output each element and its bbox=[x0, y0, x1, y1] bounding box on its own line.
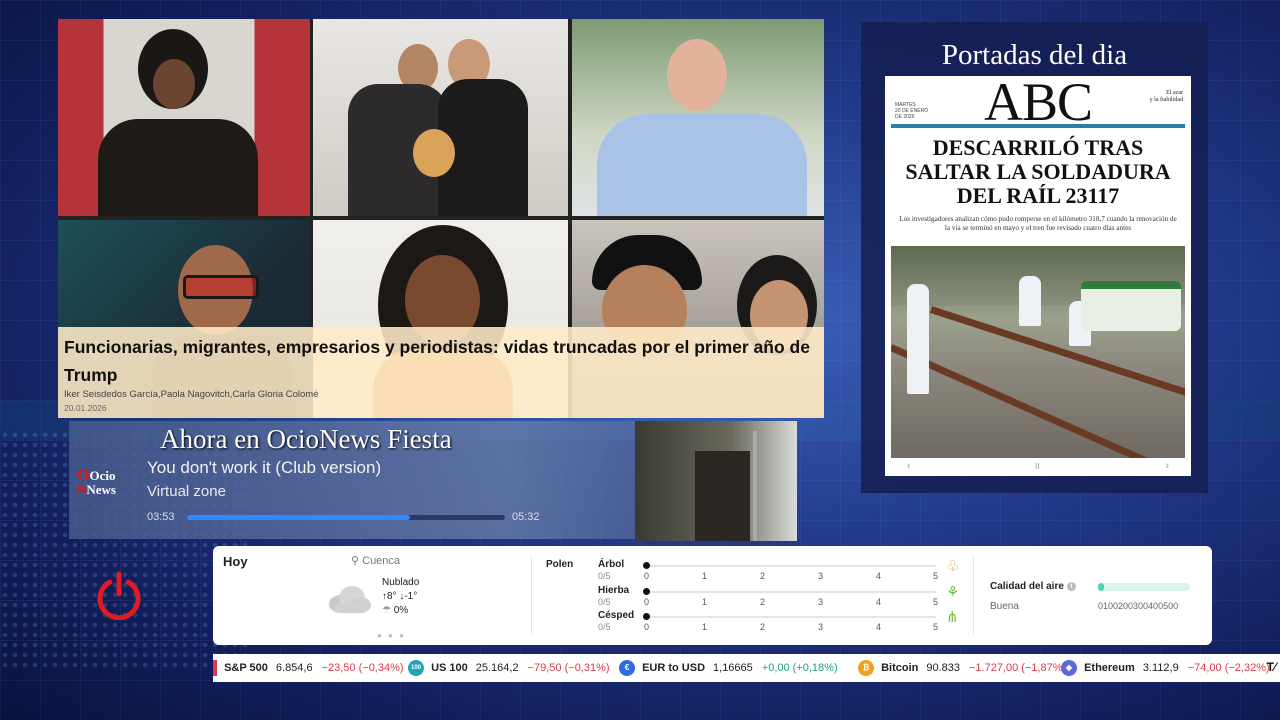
news-photo-1 bbox=[58, 19, 310, 216]
pollen-row-herb: Hierba 0/5 012345 ⚘ bbox=[598, 584, 960, 607]
prev-page-button[interactable]: ‹ bbox=[907, 460, 911, 472]
tradingview-logo[interactable]: T⁄ bbox=[1267, 660, 1276, 674]
air-quality-bar bbox=[1098, 583, 1190, 591]
weather-day: Hoy bbox=[223, 554, 248, 569]
ethereum-icon: ◆ bbox=[1061, 660, 1077, 677]
weather-location: ⚲ Cuenca bbox=[351, 555, 401, 567]
newspaper-frontpage[interactable]: MARTES 20 DE ENERO DE 2026 ABC El azar y… bbox=[885, 76, 1191, 476]
now-playing-heading: Ahora en OcioNews Fiesta bbox=[160, 424, 452, 454]
location-pin-icon: ⚲ bbox=[351, 555, 360, 567]
market-ticker: S&P 500 6.854,6 −23,50 (−0,34%) 100 US 100… bbox=[213, 654, 1280, 682]
news-authors: Iker Seisdedos García,Paola Nagovitch,Ca… bbox=[64, 389, 319, 400]
bitcoin-icon: ₿ bbox=[858, 660, 874, 677]
ticker-item[interactable]: 100 US 100 25.164,2 −79,50 (−0,31%) bbox=[408, 654, 610, 682]
air-quality-value: Buena bbox=[990, 601, 1019, 612]
paper-rule bbox=[891, 124, 1185, 128]
front-pages-heading: Portadas del dia bbox=[941, 39, 1128, 71]
tree-icon: ♧ bbox=[946, 558, 960, 575]
next-page-button[interactable]: › bbox=[1165, 460, 1169, 472]
weather-divider bbox=[973, 556, 974, 634]
song-title: You don't work it (Club version) bbox=[147, 458, 382, 477]
ticker-item[interactable]: € EUR to USD 1,16665 +0,00 (+0,18%) bbox=[619, 654, 838, 682]
power-icon[interactable] bbox=[94, 570, 144, 621]
pollen-level-dot bbox=[643, 562, 650, 569]
ticker-item[interactable]: ◆ Ethereum 3.112,9 −74,00 (−2,32%) bbox=[1061, 654, 1270, 682]
weather-divider bbox=[531, 556, 532, 634]
umbrella-icon: ☂ bbox=[382, 605, 391, 616]
pollen-label: Polen bbox=[546, 559, 574, 570]
ticker-item[interactable]: S&P 500 6.854,6 −23,50 (−0,34%) bbox=[213, 654, 404, 682]
weather-pager[interactable]: ● ● ● bbox=[377, 631, 406, 640]
paper-masthead: ABC bbox=[983, 76, 1093, 132]
weather-widget: Hoy ⚲ Cuenca Nublado ↑8° ↓-1° ☂ 0% ● ● ●… bbox=[213, 546, 1212, 645]
paper-subheadline: Los investigadores analizan cómo pudo ro… bbox=[899, 215, 1177, 232]
pollen-level-dot bbox=[643, 588, 650, 595]
now-playing-panel: OOcio NNews Ahora en OcioNews Fiesta You… bbox=[69, 421, 797, 541]
weather-temps: ↑8° ↓-1° bbox=[382, 591, 418, 602]
paper-tagline: El azar y la fiabilidad bbox=[1149, 90, 1183, 103]
news-card[interactable]: Funcionarias, migrantes, empresarios y p… bbox=[58, 19, 824, 418]
paper-headline: DESCARRILÓ TRAS SALTAR LA SOLDADURA DEL … bbox=[905, 135, 1171, 208]
us100-icon: 100 bbox=[408, 660, 424, 677]
news-date: 20.01.2026 bbox=[64, 403, 107, 413]
air-quality-scale: 0100200300400500 bbox=[1098, 601, 1179, 611]
progress-bar[interactable] bbox=[187, 515, 505, 520]
news-photo-2 bbox=[313, 19, 568, 216]
elapsed-time: 03:53 bbox=[147, 511, 175, 523]
total-time: 05:32 bbox=[512, 511, 540, 523]
pause-button[interactable]: II bbox=[1035, 462, 1039, 471]
eurusd-icon: € bbox=[619, 660, 635, 677]
song-artist: Virtual zone bbox=[147, 483, 226, 500]
pollen-level-dot bbox=[643, 613, 650, 620]
camera-feed bbox=[635, 421, 797, 541]
info-icon[interactable]: i bbox=[1066, 581, 1076, 591]
front-pages-panel: Portadas del dia MARTES 20 DE ENERO DE 2… bbox=[861, 22, 1208, 493]
progress-fill bbox=[187, 515, 410, 520]
news-caption[interactable]: Funcionarias, migrantes, empresarios y p… bbox=[58, 327, 824, 418]
paper-nav: ‹ II › bbox=[885, 460, 1191, 474]
weather-condition: Nublado bbox=[382, 577, 420, 588]
grass-icon: ⋔ bbox=[946, 609, 959, 626]
cloud-icon bbox=[329, 586, 371, 613]
paper-photo bbox=[891, 246, 1185, 458]
air-quality-label: Calidad del aire i bbox=[990, 581, 1076, 592]
pollen-row-grass: Césped 0/5 012345 ⋔ bbox=[598, 609, 959, 632]
news-title[interactable]: Funcionarias, migrantes, empresarios y p… bbox=[64, 333, 816, 389]
weather-precip: ☂ 0% bbox=[382, 605, 409, 616]
news-photo-3 bbox=[572, 19, 824, 216]
sp500-icon bbox=[213, 660, 217, 677]
herb-icon: ⚘ bbox=[946, 584, 960, 601]
ocionews-logo: OOcio NNews bbox=[77, 467, 116, 497]
ticker-item[interactable]: ₿ Bitcoin 90.833 −1.727,00 (−1,87%) bbox=[858, 654, 1066, 682]
pollen-row-tree: Árbol 0/5 012345 ♧ bbox=[598, 558, 960, 581]
